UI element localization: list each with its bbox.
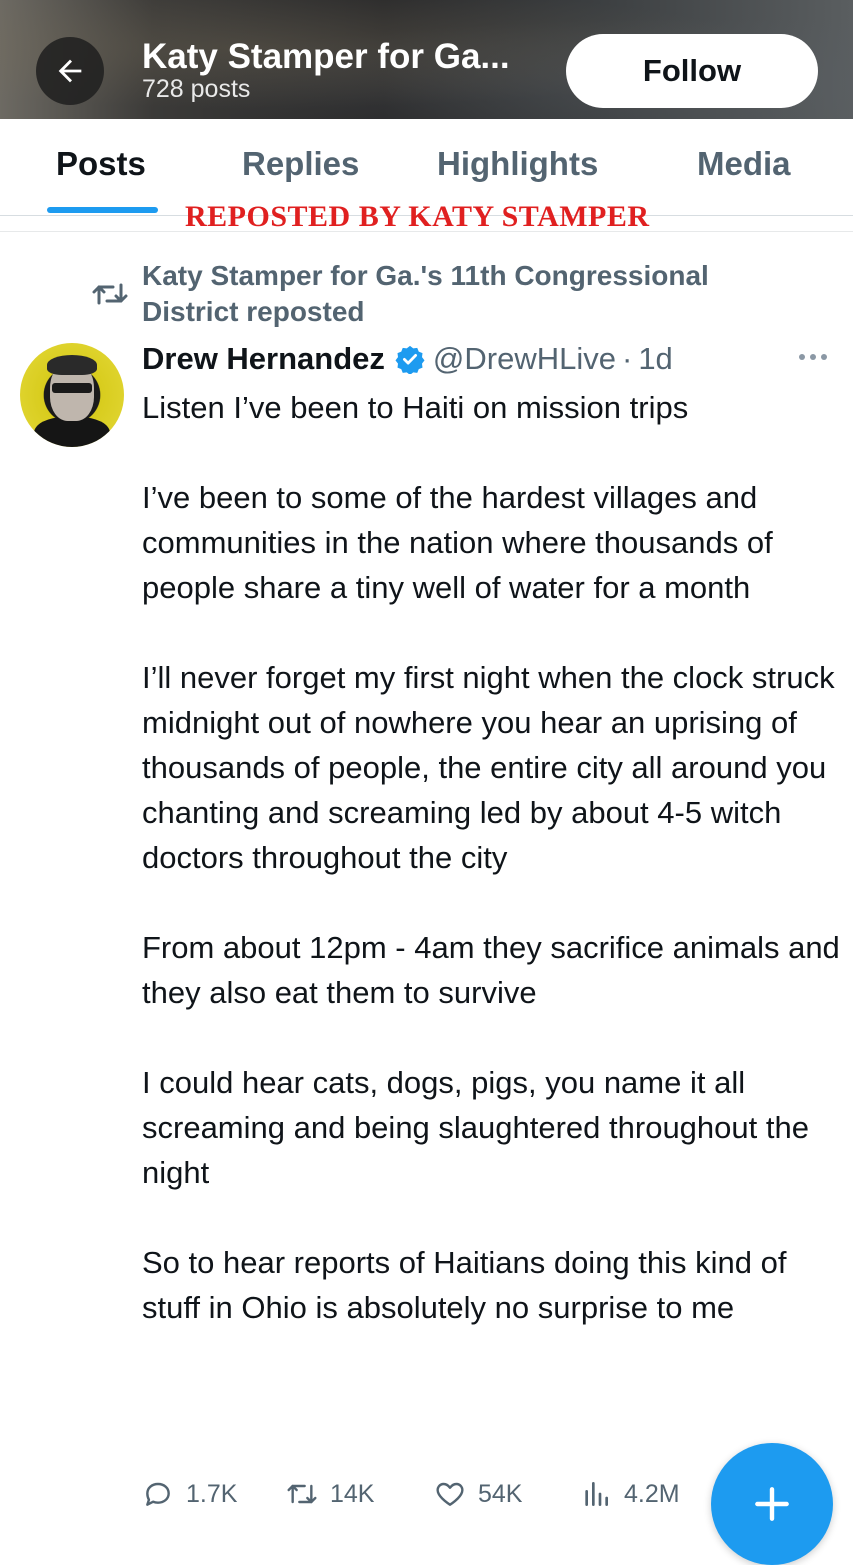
views-chart-icon <box>585 1482 608 1506</box>
arrow-left-icon <box>58 59 82 83</box>
views-count: 4.2M <box>624 1479 680 1508</box>
verified-badge-icon <box>395 345 425 374</box>
repost-icon <box>287 1484 317 1504</box>
repost-button[interactable]: 14K <box>286 1478 374 1510</box>
avatar[interactable] <box>20 343 124 447</box>
profile-header: Katy Stamper for Ga... 728 posts Follow <box>0 0 853 119</box>
post-timestamp[interactable]: 1d <box>638 341 672 377</box>
author-display-name[interactable]: Drew Hernandez <box>142 341 385 377</box>
post-author-line: Drew Hernandez @DrewHLive · 1d <box>142 339 673 379</box>
author-handle[interactable]: @DrewHLive <box>433 341 616 377</box>
heart-icon <box>436 1482 464 1506</box>
back-button[interactable] <box>36 37 104 105</box>
tab-highlights[interactable]: Highlights <box>437 145 598 183</box>
post-paragraph: So to hear reports of Haitians doing thi… <box>142 1245 787 1325</box>
post-text[interactable]: Listen I’ve been to Haiti on mission tri… <box>142 385 842 1330</box>
post-actions: 1.7K 14K 54K 4.2M <box>142 1478 722 1522</box>
compose-post-button[interactable] <box>711 1443 833 1565</box>
reply-button[interactable]: 1.7K <box>142 1478 237 1510</box>
repost-label[interactable]: Katy Stamper for Ga.'s 11th Congressiona… <box>142 258 782 330</box>
post-paragraph: I’ve been to some of the hardest village… <box>142 480 773 605</box>
repost-count: 14K <box>330 1479 375 1508</box>
post-paragraph: I could hear cats, dogs, pigs, you name … <box>142 1065 809 1190</box>
tab-replies[interactable]: Replies <box>242 145 359 183</box>
tab-media[interactable]: Media <box>697 145 791 183</box>
reposted-banner: REPOSTED BY KATY STAMPER <box>185 200 650 233</box>
repost-icon <box>92 283 128 305</box>
like-count: 54K <box>478 1479 523 1508</box>
like-button[interactable]: 54K <box>434 1478 522 1510</box>
plus-icon <box>755 1487 789 1521</box>
post-paragraph: Listen I’ve been to Haiti on mission tri… <box>142 390 689 425</box>
reply-icon <box>146 1482 170 1506</box>
active-tab-indicator <box>47 207 158 213</box>
post-paragraph: I’ll never forget my first night when th… <box>142 660 835 875</box>
profile-name: Katy Stamper for Ga... <box>142 37 510 76</box>
post-paragraph: From about 12pm - 4am they sacrifice ani… <box>142 930 840 1010</box>
follow-button[interactable]: Follow <box>566 34 818 108</box>
posts-count: 728 posts <box>142 75 251 103</box>
tab-posts[interactable]: Posts <box>56 145 146 183</box>
more-options-icon[interactable] <box>797 350 829 364</box>
reply-count: 1.7K <box>186 1479 238 1508</box>
post-divider <box>0 231 853 232</box>
views-button[interactable]: 4.2M <box>580 1478 680 1510</box>
separator-dot: · <box>621 341 633 376</box>
